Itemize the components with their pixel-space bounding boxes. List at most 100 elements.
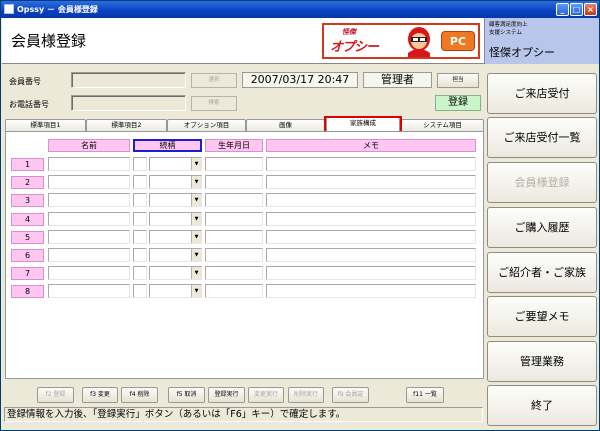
memo-cell[interactable] bbox=[266, 212, 476, 226]
relation-code-cell[interactable] bbox=[133, 175, 147, 189]
chevron-down-icon[interactable]: ▼ bbox=[191, 267, 201, 279]
relation-code-cell[interactable] bbox=[133, 266, 147, 280]
memo-cell[interactable] bbox=[266, 175, 476, 189]
relation-select[interactable]: ▼ bbox=[149, 193, 202, 207]
tab-standard-1[interactable]: 標準項目1 bbox=[5, 119, 86, 131]
datetime-display: 2007/03/17 20:47 bbox=[242, 72, 358, 88]
delete-execute-button[interactable]: 削除実行 bbox=[288, 387, 324, 403]
chevron-down-icon[interactable]: ▼ bbox=[191, 194, 201, 206]
name-cell[interactable] bbox=[48, 175, 130, 189]
column-header-relation: 続柄 bbox=[133, 139, 202, 152]
change-execute-button[interactable]: 変更実行 bbox=[248, 387, 284, 403]
f5-cancel-button[interactable]: f5 取消 bbox=[168, 387, 205, 403]
f4-delete-button[interactable]: f4 削除 bbox=[121, 387, 158, 403]
row-number: 7 bbox=[11, 267, 44, 280]
birthdate-cell[interactable] bbox=[205, 175, 263, 189]
status-bar: 登録情報を入力後、「登録実行」ボタン（あるいは「F6」キー）で確定します。 bbox=[4, 407, 483, 422]
name-cell[interactable] bbox=[48, 266, 130, 280]
column-header-memo: メモ bbox=[266, 139, 476, 152]
name-cell[interactable] bbox=[48, 193, 130, 207]
close-button[interactable]: × bbox=[584, 3, 597, 16]
relation-select[interactable]: ▼ bbox=[149, 175, 202, 189]
row-number: 5 bbox=[11, 231, 44, 244]
sidebar-member-registration[interactable]: 会員様登録 bbox=[487, 162, 597, 203]
search-button[interactable]: 検索 bbox=[191, 96, 237, 111]
chevron-down-icon[interactable]: ▼ bbox=[191, 176, 201, 188]
tab-standard-2[interactable]: 標準項目2 bbox=[86, 119, 167, 131]
maximize-button[interactable]: □ bbox=[570, 3, 583, 16]
app-icon bbox=[4, 4, 14, 14]
f2-register-button[interactable]: f2 登録 bbox=[37, 387, 74, 403]
memo-cell[interactable] bbox=[266, 248, 476, 262]
member-no-label: 会員番号 bbox=[9, 77, 41, 86]
name-cell[interactable] bbox=[48, 248, 130, 262]
birthdate-cell[interactable] bbox=[205, 248, 263, 262]
sidebar-exit[interactable]: 終了 bbox=[487, 385, 597, 426]
sidebar-request-memo[interactable]: ご要望メモ bbox=[487, 296, 597, 337]
logo-pc-badge: PC bbox=[441, 31, 475, 51]
f11-list-button[interactable]: f11 一覧 bbox=[406, 387, 444, 403]
relation-code-cell[interactable] bbox=[133, 284, 147, 298]
column-header-birthdate: 生年月日 bbox=[205, 139, 263, 152]
chevron-down-icon[interactable]: ▼ bbox=[191, 231, 201, 243]
sidebar-visit-reception[interactable]: ご来店受付 bbox=[487, 73, 597, 114]
relation-select[interactable]: ▼ bbox=[149, 230, 202, 244]
relation-code-cell[interactable] bbox=[133, 248, 147, 262]
minimize-button[interactable]: _ bbox=[556, 3, 569, 16]
phone-label: お電話番号 bbox=[9, 100, 49, 109]
row-number: 6 bbox=[11, 249, 44, 262]
mascot-icon bbox=[408, 27, 430, 57]
relation-code-cell[interactable] bbox=[133, 212, 147, 226]
select-button[interactable]: 選択 bbox=[191, 73, 237, 88]
relation-select[interactable]: ▼ bbox=[149, 248, 202, 262]
f3-change-button[interactable]: f3 変更 bbox=[82, 387, 118, 403]
row-number: 8 bbox=[11, 285, 44, 298]
chevron-down-icon[interactable]: ▼ bbox=[191, 285, 201, 297]
name-cell[interactable] bbox=[48, 284, 130, 298]
birthdate-cell[interactable] bbox=[205, 157, 263, 171]
birthdate-cell[interactable] bbox=[205, 193, 263, 207]
row-number: 3 bbox=[11, 194, 44, 207]
window-title: Opssy － 会員様登録 bbox=[17, 5, 98, 14]
name-cell[interactable] bbox=[48, 157, 130, 171]
chevron-down-icon[interactable]: ▼ bbox=[191, 249, 201, 261]
memo-cell[interactable] bbox=[266, 157, 476, 171]
register-execute-button[interactable]: 登録実行 bbox=[208, 387, 245, 403]
sidebar-visit-list[interactable]: ご来店受付一覧 bbox=[487, 117, 597, 158]
birthdate-cell[interactable] bbox=[205, 284, 263, 298]
birthdate-cell[interactable] bbox=[205, 212, 263, 226]
relation-select[interactable]: ▼ bbox=[149, 212, 202, 226]
tab-options[interactable]: オプション項目 bbox=[167, 119, 246, 131]
app-window: Opssy － 会員様登録 _ □ × 会員様登録 怪傑 オプシー PC 顧客満… bbox=[0, 0, 600, 431]
f9-member-card-button[interactable]: f9 会員証 bbox=[332, 387, 369, 403]
member-no-field[interactable] bbox=[71, 72, 186, 88]
relation-select[interactable]: ▼ bbox=[149, 157, 202, 171]
tab-system[interactable]: システム項目 bbox=[401, 119, 484, 131]
phone-field[interactable] bbox=[71, 95, 186, 111]
system-name: 怪傑オプシー bbox=[489, 46, 555, 59]
tab-image[interactable]: 画像 bbox=[246, 119, 325, 131]
name-cell[interactable] bbox=[48, 212, 130, 226]
logo-brand-text: オプシー bbox=[330, 40, 379, 55]
chevron-down-icon[interactable]: ▼ bbox=[191, 158, 201, 170]
system-tagline-1: 顧客満足度向上 bbox=[489, 22, 528, 28]
name-cell[interactable] bbox=[48, 230, 130, 244]
sidebar-purchase-history[interactable]: ご購入履歴 bbox=[487, 207, 597, 248]
staff-button[interactable]: 担当 bbox=[437, 73, 479, 88]
relation-code-cell[interactable] bbox=[133, 157, 147, 171]
chevron-down-icon[interactable]: ▼ bbox=[191, 213, 201, 225]
relation-select[interactable]: ▼ bbox=[149, 266, 202, 280]
relation-code-cell[interactable] bbox=[133, 193, 147, 207]
sidebar-admin[interactable]: 管理業務 bbox=[487, 341, 597, 382]
birthdate-cell[interactable] bbox=[205, 230, 263, 244]
birthdate-cell[interactable] bbox=[205, 266, 263, 280]
memo-cell[interactable] bbox=[266, 284, 476, 298]
memo-cell[interactable] bbox=[266, 230, 476, 244]
memo-cell[interactable] bbox=[266, 193, 476, 207]
relation-select[interactable]: ▼ bbox=[149, 284, 202, 298]
row-number: 2 bbox=[11, 176, 44, 189]
relation-code-cell[interactable] bbox=[133, 230, 147, 244]
sidebar-referrer-family[interactable]: ご紹介者・ご家族 bbox=[487, 252, 597, 293]
system-tagline-2: 支援システム bbox=[489, 30, 522, 36]
memo-cell[interactable] bbox=[266, 266, 476, 280]
